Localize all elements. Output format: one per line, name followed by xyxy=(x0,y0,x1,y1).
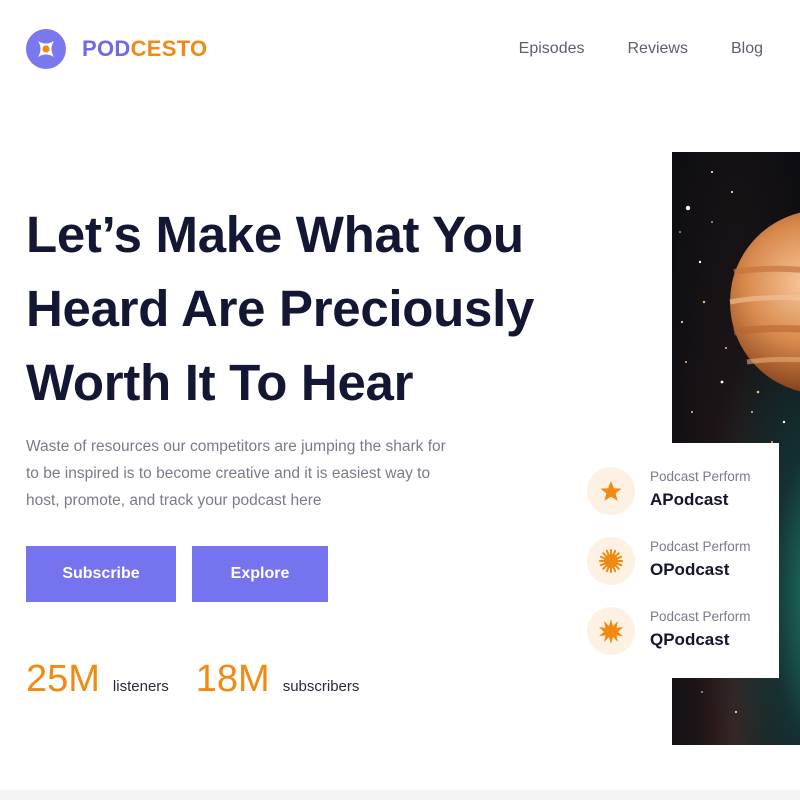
podcast-item[interactable]: Podcast Perform QPodcast xyxy=(587,607,777,657)
brand-name-part1: POD xyxy=(82,36,131,61)
sun-burst-icon xyxy=(587,537,635,585)
star-icon xyxy=(587,467,635,515)
podcast-list-card: Podcast Perform APodcast Podcast Perform… xyxy=(571,443,779,678)
podcast-name: OPodcast xyxy=(650,560,730,579)
sparkle-icon xyxy=(26,29,66,69)
spiky-burst-icon xyxy=(587,607,635,655)
hero-title-line: Worth It To Hear xyxy=(26,354,414,411)
podcast-item[interactable]: Podcast Perform OPodcast xyxy=(587,537,777,587)
stat-subscribers-value: 18M xyxy=(195,658,270,700)
subscribe-button[interactable]: Subscribe xyxy=(26,546,176,602)
nav-blog[interactable]: Blog xyxy=(731,40,763,58)
podcast-subtitle: Podcast Perform xyxy=(650,539,751,554)
hero-title-line: Heard Are Preciously xyxy=(26,280,535,337)
brand-logo[interactable]: PODCESTO xyxy=(26,29,207,69)
nav-episodes[interactable]: Episodes xyxy=(519,40,585,58)
podcast-item[interactable]: Podcast Perform APodcast xyxy=(587,467,777,517)
stat-listeners-value: 25M xyxy=(26,658,100,700)
hero-title-line: Let’s Make What You xyxy=(26,206,524,263)
stat-listeners-label: listeners xyxy=(112,678,169,695)
explore-button[interactable]: Explore xyxy=(192,546,328,602)
stats: 25M listeners 18M subscribers xyxy=(26,658,386,701)
section-divider xyxy=(0,790,800,800)
nav-reviews[interactable]: Reviews xyxy=(628,40,688,58)
stat-subscribers-label: subscribers xyxy=(282,678,360,695)
brand-name-part2: CESTO xyxy=(130,36,208,61)
main-nav: Episodes Reviews Blog xyxy=(476,40,763,58)
podcast-name: APodcast xyxy=(650,490,729,509)
podcast-subtitle: Podcast Perform xyxy=(650,469,751,484)
podcast-subtitle: Podcast Perform xyxy=(650,609,751,624)
hero-description: Waste of resources our competitors are j… xyxy=(26,438,446,509)
podcast-name: QPodcast xyxy=(650,630,730,649)
brand-name: PODCESTO xyxy=(82,36,207,62)
hero-title: Let’s Make What You Heard Are Preciously… xyxy=(26,198,626,420)
